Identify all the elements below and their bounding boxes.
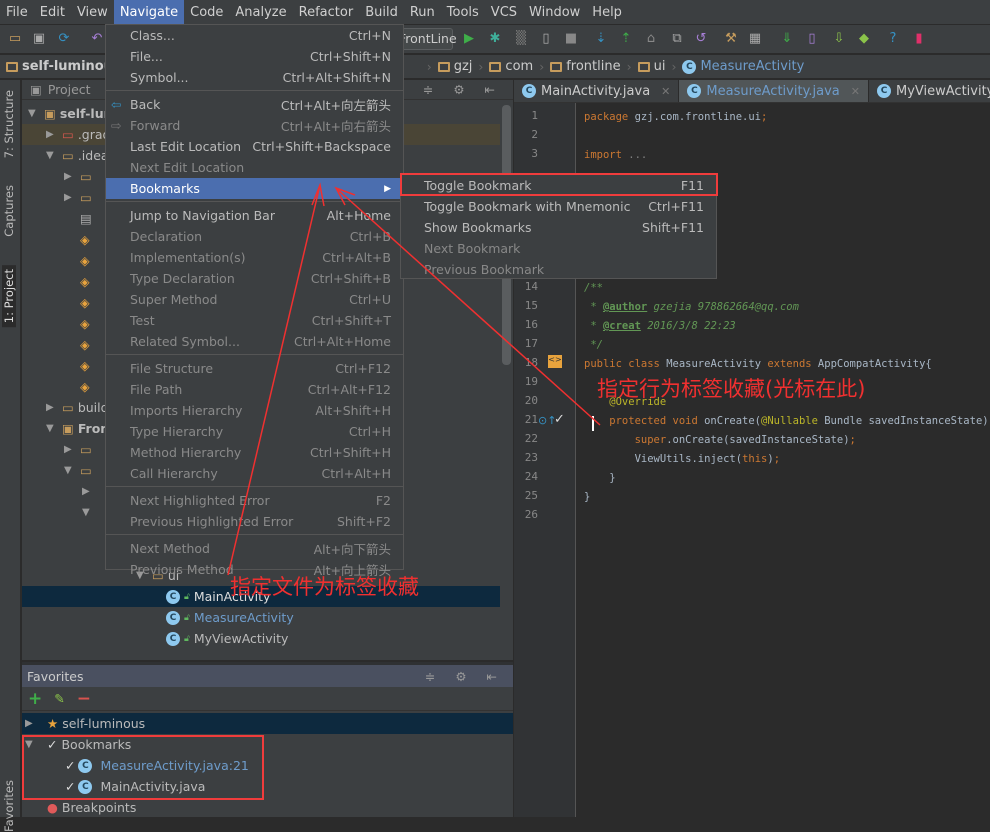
annotation-arrows: [227, 182, 601, 576]
arrow-file-bookmark: [227, 184, 321, 576]
arrow-line-bookmark: [335, 187, 601, 426]
